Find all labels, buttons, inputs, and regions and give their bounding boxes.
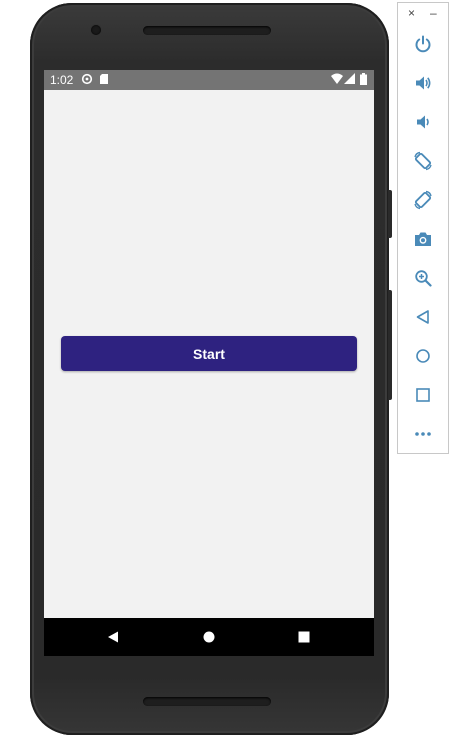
volume-down-icon[interactable]	[411, 110, 435, 134]
minimize-icon[interactable]: –	[430, 6, 437, 20]
bottom-speaker	[143, 697, 271, 706]
nav-overview-icon[interactable]	[296, 629, 312, 645]
zoom-icon[interactable]	[411, 266, 435, 290]
nav-home-icon[interactable]	[201, 629, 217, 645]
rotate-right-icon[interactable]	[411, 188, 435, 212]
front-camera	[91, 25, 101, 35]
device-screen: 1:02 Start	[44, 70, 374, 656]
wifi-icon	[331, 73, 343, 85]
rotate-left-icon[interactable]	[411, 149, 435, 173]
phone-volume-key	[388, 290, 392, 400]
status-bar: 1:02	[44, 70, 374, 90]
status-time: 1:02	[50, 73, 74, 87]
battery-icon	[360, 73, 367, 85]
screenshot-icon[interactable]	[411, 227, 435, 251]
home-icon[interactable]	[411, 344, 435, 368]
navigation-bar	[44, 618, 374, 656]
back-icon[interactable]	[411, 305, 435, 329]
signal-icon	[344, 73, 355, 85]
emulator-toolbar: × –	[397, 2, 449, 454]
volume-up-icon[interactable]	[411, 71, 435, 95]
start-button[interactable]: Start	[61, 336, 357, 371]
overview-icon[interactable]	[411, 383, 435, 407]
sd-card-icon	[99, 73, 109, 85]
nav-back-icon[interactable]	[105, 629, 121, 645]
more-icon[interactable]	[411, 422, 435, 446]
earpiece-speaker	[143, 26, 271, 35]
sync-icon	[81, 73, 93, 85]
power-icon[interactable]	[411, 32, 435, 56]
close-icon[interactable]: ×	[408, 6, 415, 20]
phone-power-key	[388, 190, 392, 238]
app-content: Start	[44, 90, 374, 618]
